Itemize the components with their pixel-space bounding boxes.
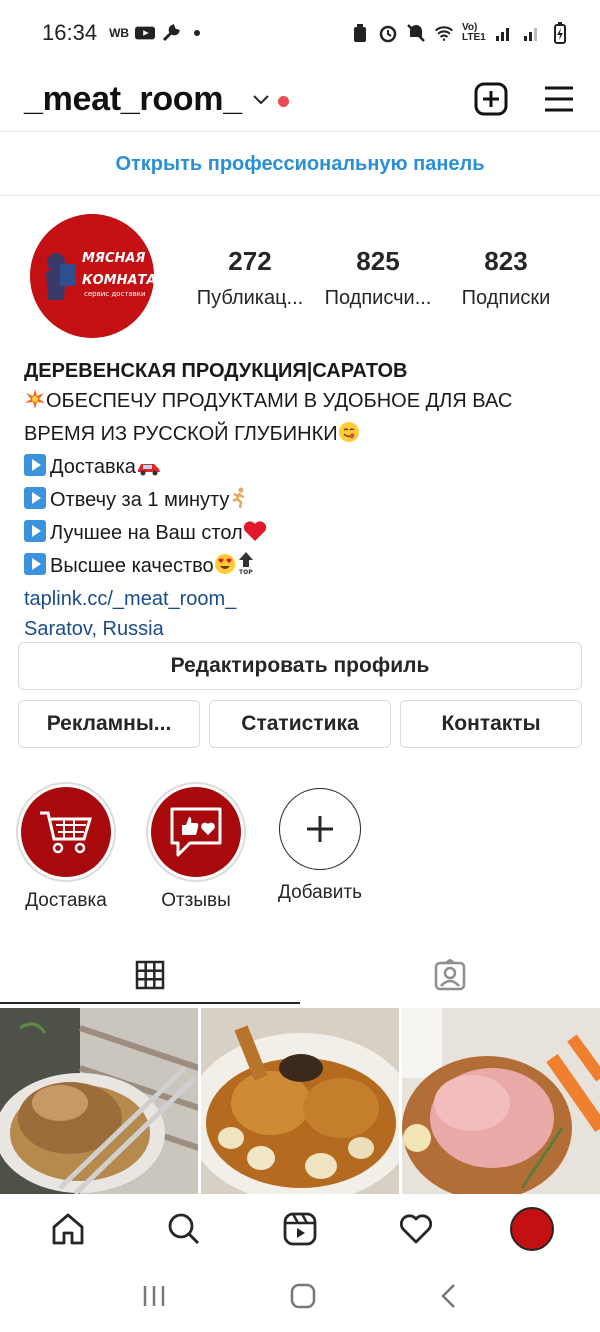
status-bar: 16:34 WB Vo) LTE1 xyxy=(0,0,600,66)
bio-item: Лучшее на Ваш стол xyxy=(24,518,584,551)
home-icon xyxy=(52,1213,84,1245)
recent-apps-icon xyxy=(144,1285,165,1306)
tab-tagged[interactable] xyxy=(300,946,600,1004)
post-thumbnail[interactable] xyxy=(0,1008,198,1194)
highlight-label: Доставка xyxy=(25,890,107,911)
professional-dashboard-link[interactable]: Открыть профессиональную панель xyxy=(0,132,600,196)
highlight-label: Добавить xyxy=(278,882,362,903)
bio-item: Отвечу за 1 минуту xyxy=(24,485,584,518)
nav-activity[interactable] xyxy=(386,1199,446,1259)
plus-square-icon xyxy=(474,82,508,116)
svg-text:КОМНАТА: КОМНАТА xyxy=(82,273,154,288)
nav-profile[interactable] xyxy=(502,1199,562,1259)
notification-dot xyxy=(277,95,289,107)
car-icon xyxy=(136,455,162,485)
nav-reels[interactable] xyxy=(270,1199,330,1259)
highlight-label: Отзывы xyxy=(161,890,231,911)
play-icon xyxy=(24,553,46,575)
bio-line: ОБЕСПЕЧУ ПРОДУКТАМИ В УДОБНОЕ ДЛЯ ВАС ВР… xyxy=(24,386,584,452)
play-icon xyxy=(24,520,46,542)
search-icon xyxy=(168,1213,200,1245)
followers-stat[interactable]: 825 Подписчи... xyxy=(314,246,442,310)
reels-icon xyxy=(283,1212,317,1246)
network-label: Vo) LTE1 xyxy=(462,22,486,43)
tab-posts-grid[interactable] xyxy=(0,946,300,1004)
contacts-button[interactable]: Контакты xyxy=(400,700,582,748)
followers-count: 825 xyxy=(356,246,400,276)
posts-label: Публикац... xyxy=(196,287,304,309)
home-button[interactable] xyxy=(290,1283,316,1314)
cart-icon xyxy=(40,811,93,854)
play-icon xyxy=(24,454,46,476)
bio-location[interactable]: Saratov, Russia xyxy=(24,614,584,644)
tagged-icon xyxy=(434,959,466,991)
posts-count: 272 xyxy=(228,246,272,276)
profile-header: _meat_room_ xyxy=(0,66,600,132)
profile-bio: ДЕРЕВЕНСКАЯ ПРОДУКЦИЯ|САРАТОВ ОБЕСПЕЧУ П… xyxy=(24,356,584,644)
post-thumbnail[interactable] xyxy=(402,1008,600,1194)
runner-icon xyxy=(229,487,249,518)
carrier-badge: WB xyxy=(109,26,130,40)
ads-button[interactable]: Рекламны... xyxy=(18,700,200,748)
posts-grid xyxy=(0,1008,600,1194)
recycle-icon xyxy=(350,23,370,43)
bio-item: Высшее качество TOP xyxy=(24,551,584,584)
battery-icon xyxy=(550,22,570,44)
play-icon xyxy=(24,487,46,509)
active-tab-indicator xyxy=(0,1002,300,1004)
highlight-delivery[interactable]: Доставка xyxy=(16,782,116,912)
grid-icon xyxy=(135,960,165,990)
hamburger-icon xyxy=(545,86,573,112)
highlight-reviews[interactable]: Отзывы xyxy=(146,782,246,912)
system-navigation xyxy=(0,1264,600,1332)
highlight-add[interactable]: Добавить xyxy=(270,782,370,904)
create-post-button[interactable] xyxy=(474,82,508,116)
home-square-icon xyxy=(290,1283,316,1308)
yum-emoji-icon xyxy=(338,421,360,452)
menu-button[interactable] xyxy=(542,82,576,116)
svg-text:сервис доставки: сервис доставки xyxy=(84,290,146,298)
bio-link[interactable]: taplink.cc/_meat_room_ xyxy=(24,584,584,614)
heart-eyes-emoji-icon xyxy=(214,553,236,584)
post-thumbnail[interactable] xyxy=(201,1008,399,1194)
bottom-navigation xyxy=(0,1194,600,1264)
avatar xyxy=(510,1207,554,1251)
back-button[interactable] xyxy=(439,1283,459,1314)
youtube-icon xyxy=(135,23,156,43)
dot-icon xyxy=(187,23,207,43)
followers-label: Подписчи... xyxy=(324,287,432,309)
divider xyxy=(0,195,600,196)
profile-avatar[interactable]: МЯСНАЯ КОМНАТА сервис доставки xyxy=(30,214,154,338)
wrench-icon xyxy=(161,23,181,43)
alarm-icon xyxy=(378,23,398,43)
posts-stat[interactable]: 272 Публикац... xyxy=(186,246,314,310)
top-arrow-icon: TOP xyxy=(236,551,256,584)
username[interactable]: _meat_room_ xyxy=(24,80,242,119)
insights-button[interactable]: Статистика xyxy=(209,700,391,748)
wifi-icon xyxy=(434,23,454,43)
edit-profile-button[interactable]: Редактировать профиль xyxy=(18,642,582,690)
status-time: 16:34 xyxy=(42,20,98,45)
signal-icon xyxy=(494,23,514,43)
recent-apps-button[interactable] xyxy=(141,1284,167,1313)
plus-icon xyxy=(307,816,333,842)
mute-icon xyxy=(406,23,426,43)
bio-item: Доставка xyxy=(24,452,584,485)
following-stat[interactable]: 823 Подписки xyxy=(442,246,570,310)
signal-2-icon xyxy=(522,23,542,43)
heart-emoji-icon xyxy=(243,520,267,551)
bio-name: ДЕРЕВЕНСКАЯ ПРОДУКЦИЯ|САРАТОВ xyxy=(24,360,408,382)
avatar-text: МЯСНАЯ xyxy=(82,251,145,266)
review-icon xyxy=(170,807,222,857)
heart-icon xyxy=(399,1214,433,1244)
nav-home[interactable] xyxy=(38,1199,98,1259)
chevron-down-icon[interactable] xyxy=(252,93,270,111)
svg-text:TOP: TOP xyxy=(239,569,253,575)
profile-stats: 272 Публикац... 825 Подписчи... 823 Подп… xyxy=(186,246,570,310)
collision-icon xyxy=(24,388,46,419)
back-icon xyxy=(440,1283,455,1308)
following-label: Подписки xyxy=(461,287,551,309)
nav-search[interactable] xyxy=(154,1199,214,1259)
following-count: 823 xyxy=(484,246,528,276)
